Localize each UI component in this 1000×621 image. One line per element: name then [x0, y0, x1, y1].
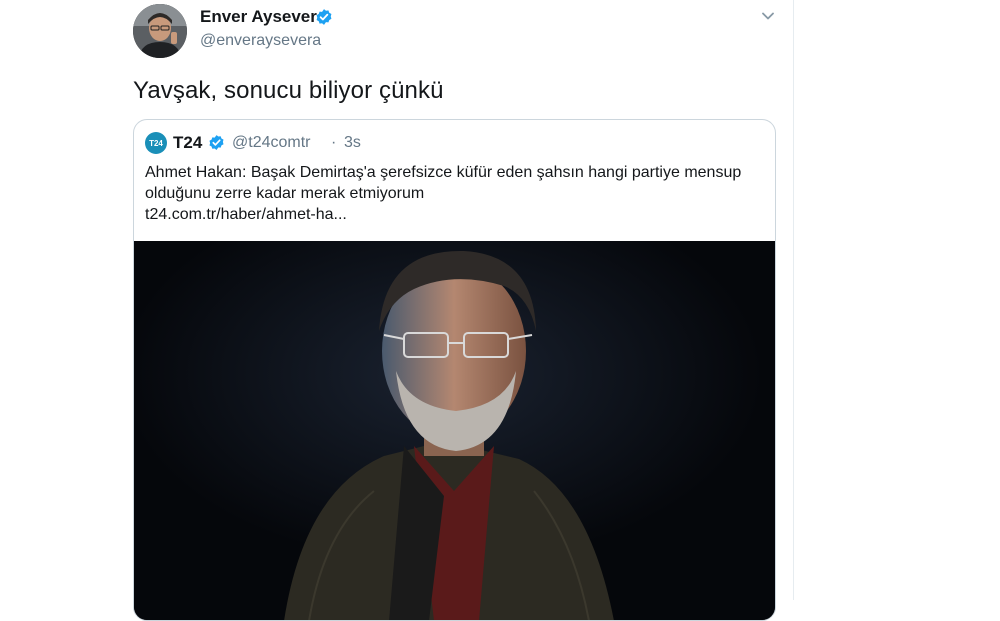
quoted-tweet-link[interactable]: t24.com.tr/haber/ahmet-ha...	[145, 206, 347, 224]
tweet-text: Yavşak, sonucu biliyor çünkü	[133, 77, 444, 104]
verified-icon	[316, 9, 332, 25]
quoted-tweet-card[interactable]: T24 T24 @t24comtr · 3s Ahmet Hakan: Başa…	[133, 119, 776, 621]
quoted-timestamp[interactable]: 3s	[344, 134, 361, 152]
author-name[interactable]: Enver Aysever	[200, 7, 317, 27]
author-handle[interactable]: @enveraysevera	[200, 32, 321, 50]
quoted-tweet-photo[interactable]	[134, 241, 775, 620]
chevron-down-icon[interactable]	[760, 8, 776, 24]
tweet-column: Enver Aysever @enveraysevera Yavşak, son…	[0, 0, 794, 621]
t24-logo: T24	[145, 132, 167, 154]
quoted-tweet-text: Ahmet Hakan: Başak Demirtaş'a şerefsizce…	[145, 164, 742, 202]
separator-dot: ·	[331, 134, 337, 151]
quoted-author-handle[interactable]: @t24comtr	[232, 134, 310, 152]
quoted-author-name[interactable]: T24	[173, 133, 202, 153]
author-avatar[interactable]	[133, 4, 187, 58]
verified-icon	[209, 135, 224, 150]
